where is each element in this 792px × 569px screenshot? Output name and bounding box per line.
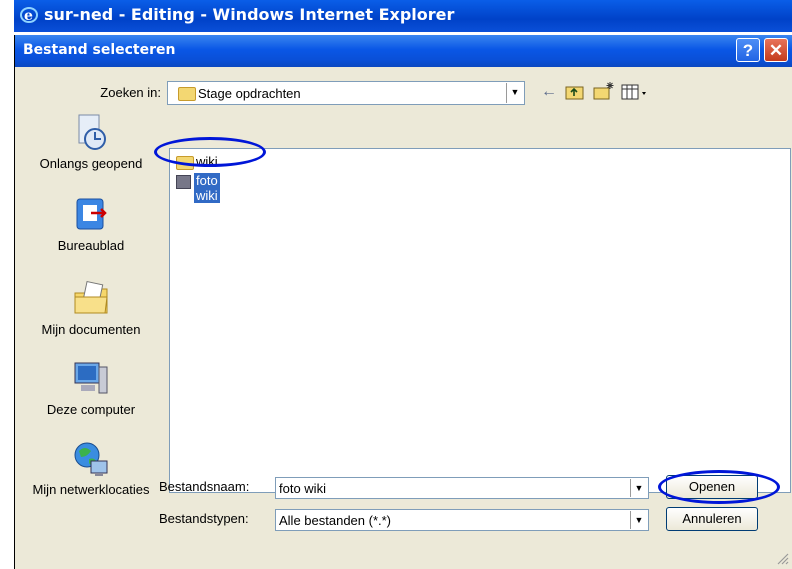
ie-window-title: sur-ned - Editing - Windows Internet Exp… (44, 5, 455, 24)
place-recent[interactable]: Onlangs geopend (31, 113, 151, 171)
view-menu-icon[interactable] (621, 83, 651, 101)
file-name-label: Bestandsnaam: (159, 479, 250, 494)
close-button[interactable]: ✕ (764, 38, 788, 62)
network-globe-icon (74, 442, 108, 476)
look-in-value: Stage opdrachten (198, 86, 301, 101)
file-type-label: Bestandstypen: (159, 511, 249, 526)
folder-icon (176, 156, 194, 170)
file-name: foto wiki (194, 173, 220, 203)
look-in-label: Zoeken in: (100, 85, 161, 100)
chevron-down-icon[interactable]: ▼ (506, 83, 523, 103)
ie-titlebar[interactable]: e sur-ned - Editing - Windows Internet E… (14, 0, 792, 32)
place-my-computer[interactable]: Deze computer (31, 359, 151, 417)
place-network[interactable]: Mijn netwerklocaties (31, 439, 151, 497)
place-my-documents[interactable]: Mijn documenten (31, 279, 151, 337)
file-name: wiki (196, 154, 218, 169)
recent-clock-icon (78, 114, 106, 150)
chevron-down-icon[interactable]: ▼ (630, 479, 647, 497)
chevron-down-icon[interactable]: ▼ (630, 511, 647, 529)
ie-logo-icon: e (20, 7, 38, 24)
file-name-input[interactable]: foto wiki ▼ (275, 477, 649, 499)
place-label: Onlangs geopend (39, 156, 143, 171)
help-button[interactable]: ? (736, 38, 760, 62)
place-label: Bureaublad (57, 238, 125, 253)
file-select-dialog: Bestand selecteren ? ✕ Zoeken in: Stage … (14, 35, 792, 569)
place-label: Mijn netwerklocaties (32, 482, 150, 497)
place-label: Deze computer (46, 402, 136, 417)
place-label: Mijn documenten (41, 322, 141, 337)
dialog-titlebar[interactable]: Bestand selecteren ? ✕ (15, 35, 792, 67)
file-list[interactable]: wiki foto wiki (169, 148, 791, 493)
image-file-icon (176, 175, 191, 189)
open-button[interactable]: Openen (666, 475, 758, 499)
new-folder-icon[interactable] (593, 81, 615, 101)
computer-icon (74, 362, 108, 394)
cancel-button[interactable]: Annuleren (666, 507, 758, 531)
file-type-value: Alle bestanden (*.*) (279, 513, 392, 528)
file-name-value: foto wiki (279, 481, 326, 496)
look-in-dropdown[interactable]: Stage opdrachten ▼ (167, 81, 525, 105)
dialog-title: Bestand selecteren (23, 42, 176, 58)
desktop-icon (76, 198, 107, 230)
resize-grip-icon[interactable] (775, 551, 789, 565)
place-desktop[interactable]: Bureaublad (31, 195, 151, 253)
svg-text:e: e (24, 8, 33, 24)
file-type-dropdown[interactable]: Alle bestanden (*.*) ▼ (275, 509, 649, 531)
folder-icon (178, 87, 196, 101)
my-documents-icon (74, 280, 108, 314)
back-arrow-icon[interactable]: ← (541, 83, 557, 101)
up-folder-icon[interactable] (565, 83, 585, 101)
